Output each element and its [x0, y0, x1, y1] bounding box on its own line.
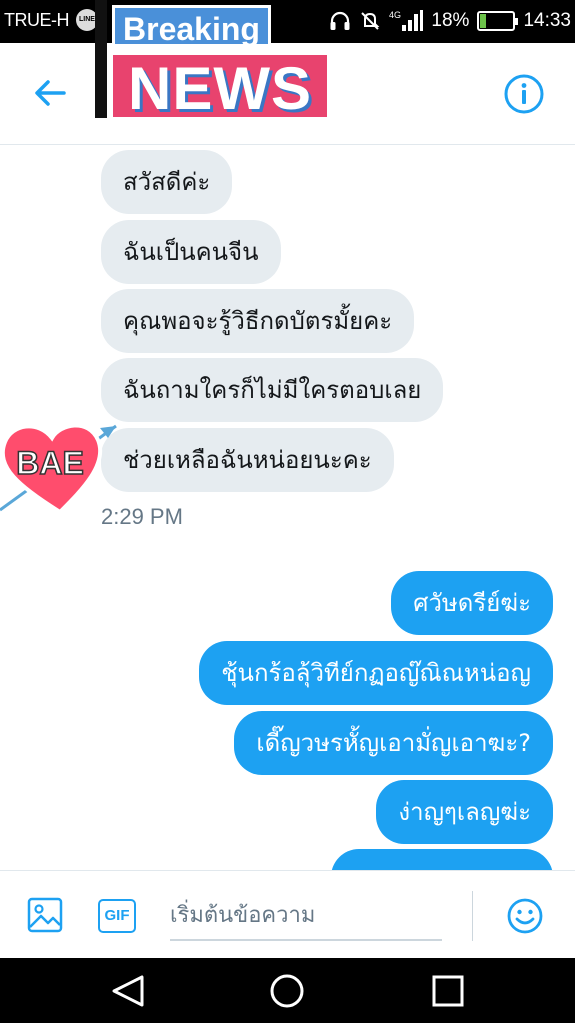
message-outgoing: ง่าญๆเลญฆ่ะ [376, 780, 553, 844]
signal-icon: 4G [389, 10, 424, 31]
message-outgoing-partial [331, 849, 553, 870]
bae-heart-sticker: BAE [0, 423, 117, 515]
message-outgoing: เดี๊ญวษรหั้ญเอามั่ญเอาฆะ? [234, 711, 553, 775]
message-outgoing: ศวัษดรีย์ฆ่ะ [391, 571, 553, 635]
sticker-bar [95, 0, 107, 118]
info-icon[interactable] [503, 73, 545, 115]
headphones-icon [330, 11, 350, 30]
message-outgoing: ชุ้นกร้อลุ้วิทีย์กฏอญ๊ณิณหน่อญ [199, 641, 553, 705]
gif-button[interactable]: GIF [98, 899, 136, 933]
breaking-sticker: Breaking [112, 5, 271, 47]
navigation-bar [0, 958, 575, 1023]
image-icon[interactable] [27, 897, 63, 933]
message-incoming: ฉันถามใครก็ไม่มีใครตอบเลย [101, 358, 444, 422]
message-composer: GIF [0, 870, 575, 958]
status-bar: TRUE-H LINE 4G 18% 14:33 [0, 0, 575, 43]
carrier-label: TRUE-H [4, 10, 70, 30]
message-incoming: คุณพอจะรู้วิธีกดบัตรมั้ยคะ [101, 289, 415, 353]
mute-icon [361, 12, 380, 30]
message-incoming: สวัสดีค่ะ [101, 150, 233, 214]
clock: 14:33 [523, 10, 571, 31]
emoji-icon[interactable] [506, 897, 544, 935]
arrow-left-icon[interactable] [30, 73, 70, 113]
nav-back-icon[interactable] [110, 974, 146, 1008]
nav-recents-icon[interactable] [431, 974, 465, 1008]
network-type: 4G [389, 10, 401, 20]
battery-charging-icon [477, 11, 519, 31]
message-incoming: ฉันเป็นคนจีน [101, 220, 281, 284]
news-sticker: NEWS [110, 52, 330, 122]
nav-home-icon[interactable] [269, 973, 305, 1009]
status-icons: 4G 18% 14:33 [329, 8, 571, 34]
battery-percent: 18% [431, 10, 470, 31]
composer-divider [472, 891, 473, 941]
message-incoming: ช่วยเหลือฉันหน่อยนะคะ [101, 428, 394, 492]
battery-fill [480, 14, 487, 28]
message-input[interactable] [170, 891, 442, 941]
bae-text: BAE [16, 445, 84, 481]
